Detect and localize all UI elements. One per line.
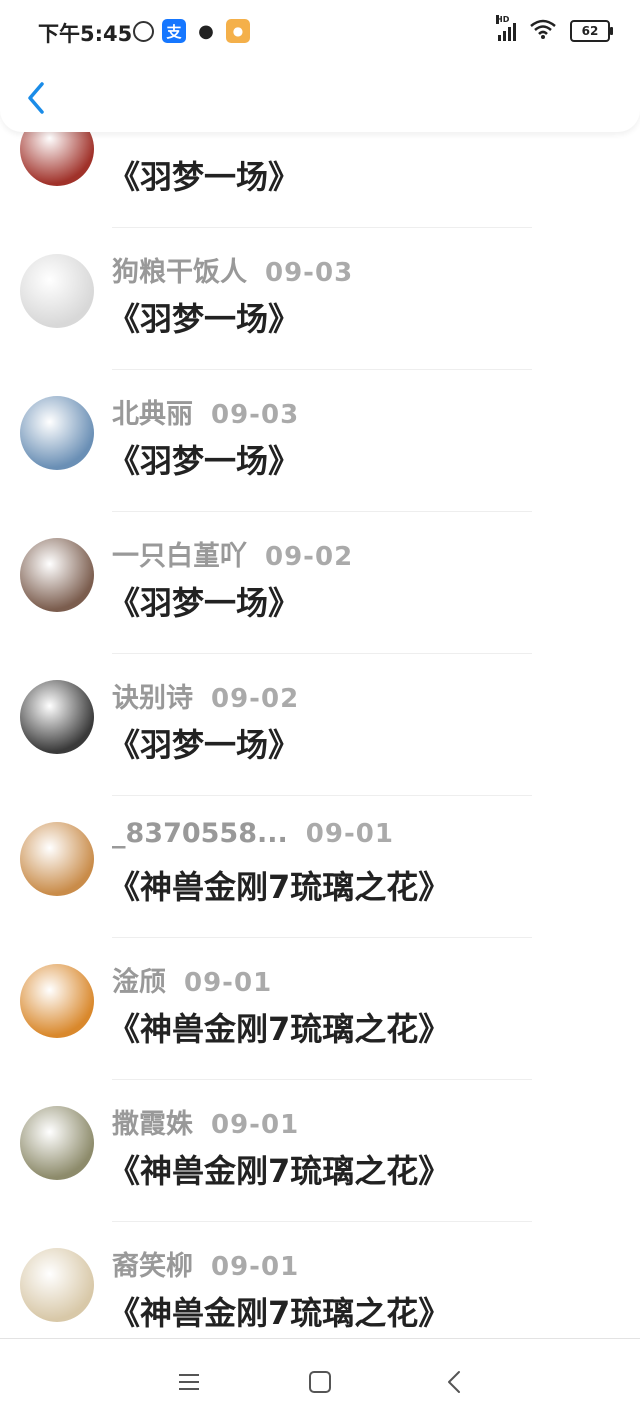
user-meta: 诀别诗 09-02 bbox=[112, 676, 299, 715]
list-item[interactable]: 诀别诗 09-02 《羽梦一场》 bbox=[0, 654, 640, 796]
status-time: 下午5:45 bbox=[38, 22, 133, 46]
avatar[interactable] bbox=[20, 254, 94, 328]
alipay-icon: 支 bbox=[162, 19, 186, 43]
list-item[interactable]: 北典丽 09-03 《羽梦一场》 bbox=[0, 370, 640, 512]
avatar[interactable] bbox=[20, 964, 94, 1038]
back-icon bbox=[448, 1371, 460, 1393]
user-meta: 淦颀 09-01 bbox=[112, 960, 272, 999]
post-date: 09-01 bbox=[305, 819, 394, 849]
home-button[interactable] bbox=[305, 1367, 335, 1397]
work-title[interactable]: 《羽梦一场》 bbox=[108, 578, 300, 624]
work-title[interactable]: 《神兽金刚7琉璃之花》 bbox=[108, 862, 450, 908]
avatar[interactable] bbox=[20, 680, 94, 754]
home-icon bbox=[309, 1371, 331, 1393]
user-meta: 狗粮干饭人 09-03 bbox=[112, 250, 353, 289]
post-date: 09-02 bbox=[211, 684, 300, 714]
list-item[interactable]: 一只白堇吖 09-02 《羽梦一场》 bbox=[0, 512, 640, 654]
alarm-icon bbox=[133, 20, 154, 42]
work-title[interactable]: 《神兽金刚7琉璃之花》 bbox=[108, 1004, 450, 1050]
user-meta: 撒霞姝 09-01 bbox=[112, 1102, 299, 1141]
list-item[interactable]: 撒霞姝 09-01 《神兽金刚7琉璃之花》 bbox=[0, 1080, 640, 1222]
work-title[interactable]: 《羽梦一场》 bbox=[108, 294, 300, 340]
work-title[interactable]: 《神兽金刚7琉璃之花》 bbox=[108, 1288, 450, 1334]
user-name[interactable]: _8370558... bbox=[112, 818, 288, 849]
status-bar: 下午5:45 支 ● ● HD 62 bbox=[0, 0, 640, 62]
avatar[interactable] bbox=[20, 396, 94, 470]
avatar[interactable] bbox=[20, 1106, 94, 1180]
work-title[interactable]: 《羽梦一场》 bbox=[108, 720, 300, 766]
post-date: 09-03 bbox=[265, 258, 354, 288]
list-item[interactable]: 淦颀 09-01 《神兽金刚7琉璃之花》 bbox=[0, 938, 640, 1080]
list-item[interactable]: 狗粮干饭人 09-03 《羽梦一场》 bbox=[0, 228, 640, 370]
back-button[interactable] bbox=[22, 80, 52, 116]
avatar[interactable] bbox=[20, 1248, 94, 1322]
user-meta: 北典丽 09-03 bbox=[112, 392, 299, 431]
menu-icon bbox=[179, 1374, 199, 1390]
user-meta: 裔笑柳 09-01 bbox=[112, 1244, 299, 1283]
wifi-icon bbox=[530, 19, 556, 44]
user-name[interactable]: 撒霞姝 bbox=[112, 1102, 193, 1141]
work-title[interactable]: 《神兽金刚7琉璃之花》 bbox=[108, 1146, 450, 1192]
user-name[interactable]: 北典丽 bbox=[112, 392, 193, 431]
user-name[interactable]: 狗粮干饭人 bbox=[112, 250, 247, 289]
status-notification-icons: 支 ● ● bbox=[133, 18, 250, 44]
post-date: 09-01 bbox=[184, 968, 273, 998]
status-system-icons: HD 62 bbox=[496, 15, 613, 44]
post-date: 09-03 bbox=[211, 400, 300, 430]
work-title[interactable]: 《羽梦一场》 bbox=[108, 152, 300, 198]
app-icon: ● bbox=[226, 19, 250, 43]
chevron-left-icon bbox=[28, 82, 44, 114]
post-date: 09-01 bbox=[211, 1110, 300, 1140]
user-meta: 一只白堇吖 09-02 bbox=[112, 534, 353, 573]
system-nav-bar bbox=[0, 1338, 640, 1423]
work-title[interactable]: 《羽梦一场》 bbox=[108, 436, 300, 482]
user-name[interactable]: 淦颀 bbox=[112, 960, 166, 999]
user-list: 《羽梦一场》 狗粮干饭人 09-03 《羽梦一场》 北典丽 09-03 《羽梦一场》 一只白堇… bbox=[0, 86, 640, 1364]
avatar[interactable] bbox=[20, 822, 94, 896]
battery-icon: 62 bbox=[570, 20, 613, 42]
menu-button[interactable] bbox=[174, 1367, 204, 1397]
paw-icon: ● bbox=[198, 20, 214, 42]
nav-back-button[interactable] bbox=[440, 1367, 470, 1397]
user-name[interactable]: 裔笑柳 bbox=[112, 1244, 193, 1283]
header bbox=[0, 62, 640, 132]
signal-icon: HD bbox=[496, 15, 516, 41]
post-date: 09-01 bbox=[211, 1252, 300, 1282]
list-item[interactable]: _8370558... 09-01 《神兽金刚7琉璃之花》 bbox=[0, 796, 640, 938]
user-meta: _8370558... 09-01 bbox=[112, 818, 394, 849]
user-name[interactable]: 一只白堇吖 bbox=[112, 534, 247, 573]
hd-tag: HD bbox=[496, 15, 510, 24]
avatar[interactable] bbox=[20, 538, 94, 612]
post-date: 09-02 bbox=[265, 542, 354, 572]
user-name[interactable]: 诀别诗 bbox=[112, 676, 193, 715]
